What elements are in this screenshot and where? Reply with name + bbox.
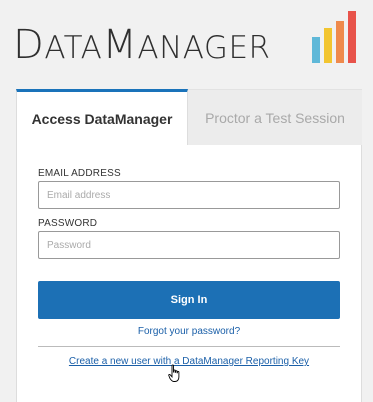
login-panel: EMAIL ADDRESS PASSWORD Sign In Forgot yo…	[16, 145, 362, 402]
header: DATAMANAGER	[0, 0, 373, 82]
create-user-link[interactable]: Create a new user with a DataManager Rep…	[17, 356, 361, 367]
datamanager-logo: DATAMANAGER	[13, 22, 271, 68]
logo-bar-red	[348, 11, 356, 63]
hand-cursor-icon	[168, 364, 180, 382]
login-tabs: Access DataManager Proctor a Test Sessio…	[16, 89, 362, 145]
tab-access-datamanager[interactable]: Access DataManager	[16, 89, 188, 145]
logo-bar-orange	[336, 21, 344, 63]
forgot-password-link[interactable]: Forgot your password?	[17, 326, 361, 337]
password-label: PASSWORD	[38, 218, 98, 229]
password-field[interactable]	[38, 231, 340, 259]
email-field[interactable]	[38, 181, 340, 209]
tab-proctor-test-session[interactable]: Proctor a Test Session	[188, 89, 362, 145]
divider	[38, 346, 340, 347]
sign-in-button[interactable]: Sign In	[38, 281, 340, 319]
logo-bar-blue	[312, 37, 320, 63]
logo-bar-yellow	[324, 28, 332, 63]
bar-chart-logo-icon	[312, 11, 362, 63]
email-label: EMAIL ADDRESS	[38, 168, 121, 179]
